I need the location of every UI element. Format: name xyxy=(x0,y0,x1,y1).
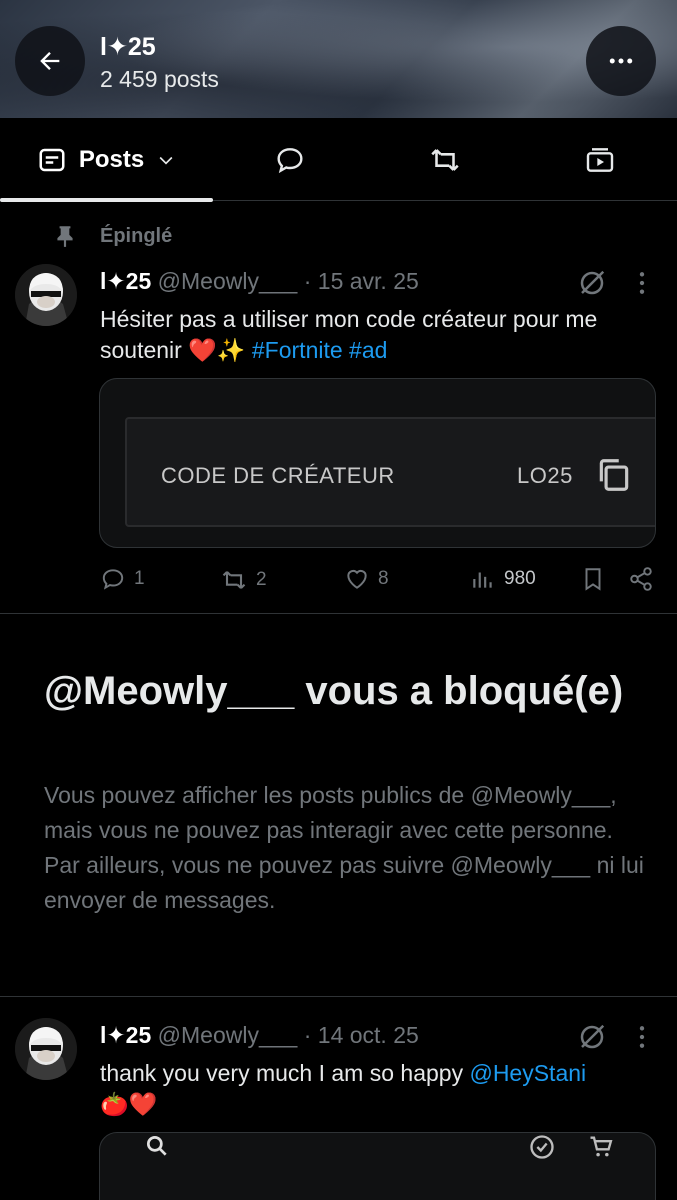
posts-tab-icon xyxy=(39,148,65,171)
share-button[interactable] xyxy=(628,566,654,592)
bookmark-button[interactable] xyxy=(580,566,606,592)
cart-icon xyxy=(590,1136,613,1157)
tab-posts-label: Posts xyxy=(78,145,145,173)
views-button[interactable]: 980 xyxy=(470,566,536,592)
media-card[interactable]: CODE DE CRÉATEUR LO25 xyxy=(99,378,656,548)
hashtag-link[interactable]: #Fortnite xyxy=(252,337,343,363)
blocked-title: @Meowly___ vous a bloqué(e) xyxy=(44,669,624,713)
blocked-description: Vous pouvez afficher les posts publics d… xyxy=(44,782,644,913)
author-handle[interactable]: @Meowly___ xyxy=(158,268,298,294)
heart-icon xyxy=(347,569,367,589)
profile-header: l✦25 2 459 posts xyxy=(0,0,677,118)
tab-reposts[interactable] xyxy=(405,118,485,201)
reply-icon xyxy=(102,569,124,590)
post-date[interactable]: 15 avr. 25 xyxy=(318,268,419,294)
media-card[interactable] xyxy=(99,1132,656,1200)
post-meta: l✦25 @Meowly___ · 15 avr. 25 xyxy=(100,268,419,295)
like-count: 8 xyxy=(378,568,389,589)
chevron-down-icon xyxy=(159,156,173,165)
view-count: 980 xyxy=(504,568,536,589)
post-body: thank you very much I am so happy xyxy=(100,1060,470,1086)
avatar[interactable] xyxy=(15,264,77,326)
pin-icon xyxy=(57,226,73,247)
post-count: 2 459 posts xyxy=(100,66,219,92)
reply-button[interactable]: 1 xyxy=(100,566,145,592)
grok-icon[interactable] xyxy=(577,268,607,298)
author-name[interactable]: l✦25 xyxy=(100,268,151,294)
post-actions: 1 2 8 980 xyxy=(100,566,660,596)
pinned-label: Épinglé xyxy=(100,225,173,247)
more-button[interactable] xyxy=(586,26,656,96)
post-text: Hésiter pas a utiliser mon code créateur… xyxy=(100,304,670,366)
share-icon xyxy=(630,567,652,591)
creator-code-box: CODE DE CRÉATEUR LO25 xyxy=(125,417,655,527)
post-emoji: 🍅❤️ xyxy=(100,1091,158,1117)
tab-media[interactable] xyxy=(560,118,640,201)
like-button[interactable]: 8 xyxy=(344,566,389,592)
more-vertical-icon[interactable] xyxy=(634,1024,650,1050)
more-vertical-icon[interactable] xyxy=(634,270,650,296)
meta-separator: · xyxy=(303,1022,312,1048)
avatar-image xyxy=(15,264,77,326)
repost-icon xyxy=(222,571,246,589)
avatar[interactable] xyxy=(15,1018,77,1080)
repost-button[interactable]: 2 xyxy=(220,566,267,594)
arrow-left-icon xyxy=(40,52,60,70)
reply-count: 1 xyxy=(134,568,145,589)
profile-tabs: Posts xyxy=(0,118,677,202)
mention-link[interactable]: @HeyStani xyxy=(469,1060,586,1086)
active-tab-indicator xyxy=(0,198,213,202)
avatar-image xyxy=(15,1018,77,1080)
creator-code-label: CODE DE CRÉATEUR xyxy=(161,463,395,488)
search-icon xyxy=(146,1135,167,1156)
profile-name: l✦25 xyxy=(100,33,156,61)
hashtag-link[interactable]: #ad xyxy=(349,337,387,363)
post-meta: l✦25 @Meowly___ · 14 oct. 25 xyxy=(100,1022,419,1049)
author-name[interactable]: l✦25 xyxy=(100,1022,151,1048)
meta-separator: · xyxy=(303,268,312,294)
check-circle-icon xyxy=(530,1135,554,1159)
reply-icon xyxy=(277,147,303,173)
repost-icon xyxy=(431,148,459,171)
media-icon xyxy=(586,147,614,172)
copy-icon xyxy=(599,459,629,491)
divider xyxy=(0,996,677,997)
creator-code-value: LO25 xyxy=(517,463,573,488)
repost-count: 2 xyxy=(256,569,267,590)
tab-posts[interactable]: Posts xyxy=(0,118,213,202)
divider xyxy=(0,613,677,614)
post-text: thank you very much I am so happy @HeySt… xyxy=(100,1058,670,1120)
more-horizontal-icon xyxy=(609,58,633,64)
tab-replies[interactable] xyxy=(250,118,330,201)
back-button[interactable] xyxy=(15,26,85,96)
bookmark-icon xyxy=(585,568,601,591)
views-icon xyxy=(473,572,492,588)
grok-icon[interactable] xyxy=(577,1022,607,1052)
post-date[interactable]: 14 oct. 25 xyxy=(318,1022,419,1048)
author-handle[interactable]: @Meowly___ xyxy=(158,1022,298,1048)
